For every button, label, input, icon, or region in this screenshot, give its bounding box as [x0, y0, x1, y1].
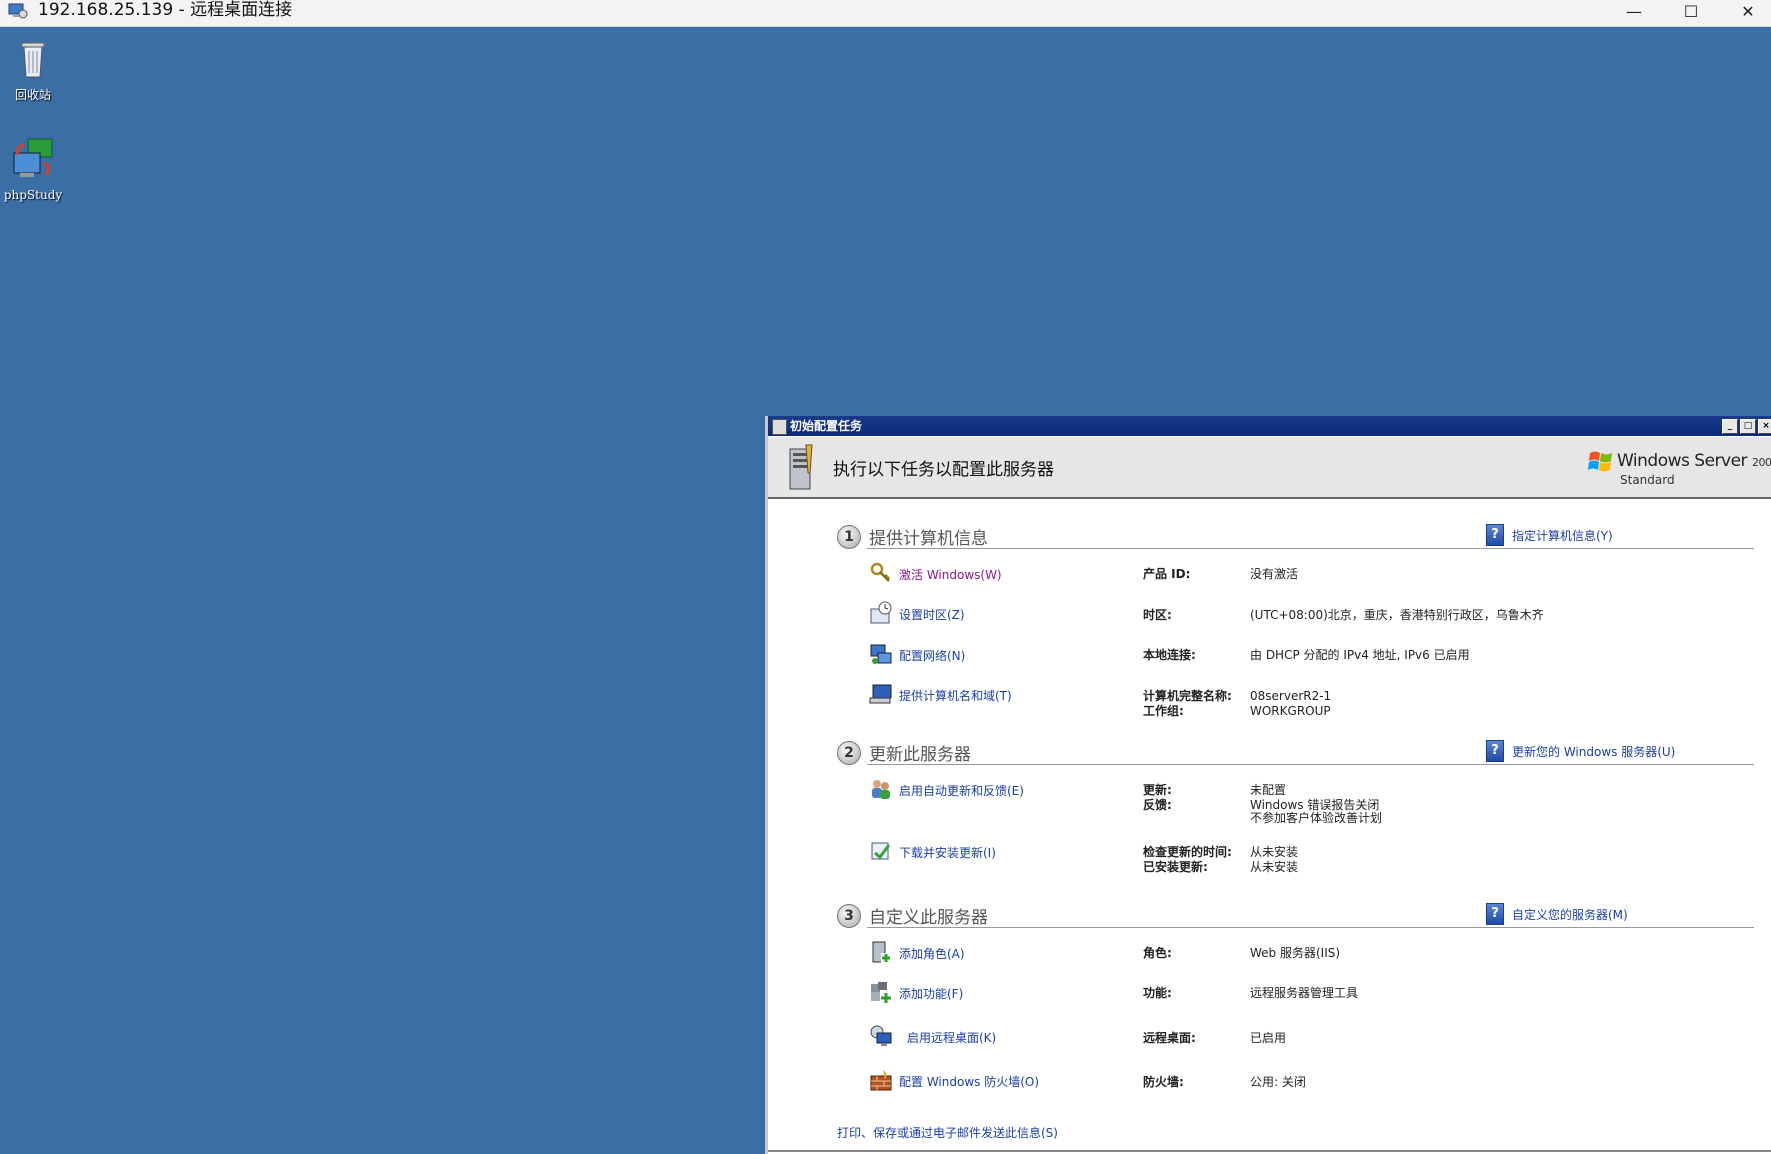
desktop-icon-label: phpStudy	[3, 188, 63, 202]
ict-header-text: 执行以下任务以配置此服务器	[833, 460, 1054, 480]
recycle-bin-icon	[21, 42, 45, 78]
users-update-icon	[872, 780, 890, 799]
task-link[interactable]: 启用自动更新和反馈(E)	[899, 782, 1024, 799]
network-icon	[870, 644, 892, 664]
ict-window-title: 初始配置任务	[790, 419, 863, 433]
section-title: 更新此服务器	[869, 745, 971, 765]
section-divider	[867, 548, 1754, 549]
prop-label: 防火墙:	[1143, 1075, 1184, 1089]
help-icon[interactable]: ?	[1486, 740, 1504, 762]
ict-bottom-divider	[768, 1150, 1771, 1152]
prop-label: 功能:	[1143, 986, 1172, 1000]
windows-flag-icon	[1588, 451, 1612, 472]
prop-label: 已安装更新:	[1143, 860, 1208, 874]
remote-desktop-app-icon	[8, 3, 28, 19]
desktop-icon-phpstudy[interactable]: phpStudy	[0, 137, 68, 202]
task-link[interactable]: 提供计算机名和域(T)	[899, 687, 1012, 704]
add-role-icon	[872, 941, 891, 963]
section-divider	[867, 764, 1754, 765]
prop-label: 更新:	[1143, 783, 1172, 797]
task-link[interactable]: 配置 Windows 防火墙(O)	[899, 1073, 1039, 1090]
desktop-icon-recycle-bin[interactable]: 回收站	[0, 35, 68, 103]
print-save-email-link[interactable]: 打印、保存或通过电子邮件发送此信息(S)	[837, 1124, 1058, 1141]
prop-label: 计算机完整名称:	[1143, 689, 1232, 703]
prop-value: 远程服务器管理工具	[1250, 986, 1359, 1000]
help-icon[interactable]: ?	[1486, 903, 1504, 925]
prop-label: 检查更新的时间:	[1143, 845, 1232, 859]
rdp-titlebar: 192.168.25.139 - 远程桌面连接 — ☐ ✕	[0, 0, 1771, 27]
phpstudy-icon	[13, 138, 53, 177]
ict-header: 执行以下任务以配置此服务器 Windows Server 2008R2 Stan…	[768, 437, 1771, 499]
prop-label: 远程桌面:	[1143, 1031, 1196, 1045]
task-link[interactable]: 设置时区(Z)	[899, 606, 965, 623]
key-icon	[870, 562, 890, 582]
prop-value: 已启用	[1250, 1031, 1287, 1045]
download-update-icon	[871, 842, 891, 860]
rdp-close-button[interactable]: ✕	[1725, 0, 1771, 22]
section-number: 3	[837, 904, 861, 928]
prop-value: Web 服务器(IIS)	[1250, 946, 1341, 960]
prop-value: 未配置	[1250, 783, 1287, 797]
prop-value: 不参加客户体验改善计划	[1250, 811, 1383, 825]
section-title: 提供计算机信息	[869, 529, 988, 549]
task-link[interactable]: 启用远程桌面(K)	[907, 1029, 996, 1046]
computer-icon	[869, 684, 892, 704]
rdp-minimize-button[interactable]: —	[1611, 0, 1657, 22]
help-link-update-server[interactable]: 更新您的 Windows 服务器(U)	[1512, 743, 1675, 760]
section-title: 自定义此服务器	[869, 908, 988, 928]
prop-value: (UTC+08:00)北京，重庆，香港特别行政区，乌鲁木齐	[1250, 608, 1544, 622]
prop-value: WORKGROUP	[1250, 704, 1331, 718]
clock-icon	[870, 601, 892, 624]
prop-label: 本地连接:	[1143, 648, 1196, 662]
prop-label: 产品 ID:	[1143, 567, 1191, 581]
rdp-window-title: 192.168.25.139 - 远程桌面连接	[38, 0, 293, 20]
rdp-maximize-button[interactable]: ☐	[1668, 0, 1714, 22]
ict-minimize-button[interactable]: _	[1722, 419, 1738, 434]
ict-app-icon	[772, 419, 787, 435]
task-link[interactable]: 添加角色(A)	[899, 945, 965, 962]
section-customize-server: 3 自定义此服务器 ? 自定义您的服务器(M)	[837, 902, 1754, 928]
ict-close-button[interactable]: ×	[1758, 419, 1771, 434]
task-link[interactable]: 添加功能(F)	[899, 985, 963, 1002]
prop-value: 由 DHCP 分配的 IPv4 地址, IPv6 已启用	[1250, 648, 1470, 662]
server-config-icon	[789, 444, 813, 490]
prop-label: 角色:	[1143, 946, 1172, 960]
section-number: 2	[837, 741, 861, 765]
desktop-icon-label: 回收站	[14, 88, 51, 102]
help-link-computer-info[interactable]: 指定计算机信息(Y)	[1512, 527, 1613, 544]
section-provide-computer-info: 1 提供计算机信息 ? 指定计算机信息(Y)	[837, 523, 1754, 549]
task-link[interactable]: 配置网络(N)	[899, 647, 965, 664]
prop-value: 08serverR2-1	[1250, 689, 1332, 703]
ict-titlebar: 初始配置任务 _ □ ×	[768, 416, 1771, 436]
prop-value: 从未安装	[1250, 845, 1299, 859]
task-link[interactable]: 激活 Windows(W)	[899, 566, 1002, 583]
windows-server-logo: Windows Server 2008R2 Standard	[1578, 447, 1771, 491]
add-feature-icon	[871, 982, 891, 1003]
section-divider	[867, 927, 1754, 928]
brand-edition: Standard	[1620, 473, 1675, 487]
section-update-server: 2 更新此服务器 ? 更新您的 Windows 服务器(U)	[837, 739, 1754, 765]
prop-value: 从未安装	[1250, 860, 1299, 874]
firewall-icon	[870, 1070, 892, 1091]
section-number: 1	[837, 525, 861, 549]
help-link-customize-server[interactable]: 自定义您的服务器(M)	[1512, 906, 1628, 923]
task-link[interactable]: 下载并安装更新(I)	[899, 844, 996, 861]
brand-name: Windows Server 2008R2	[1617, 451, 1771, 471]
prop-value: 没有激活	[1250, 567, 1299, 581]
help-icon[interactable]: ?	[1486, 524, 1504, 546]
prop-label: 工作组:	[1143, 704, 1184, 718]
ict-maximize-button[interactable]: □	[1740, 419, 1756, 434]
remote-desktop-icon	[870, 1025, 892, 1046]
prop-label: 反馈:	[1143, 798, 1172, 812]
prop-label: 时区:	[1143, 608, 1172, 622]
prop-value: 公用: 关闭	[1250, 1075, 1306, 1089]
